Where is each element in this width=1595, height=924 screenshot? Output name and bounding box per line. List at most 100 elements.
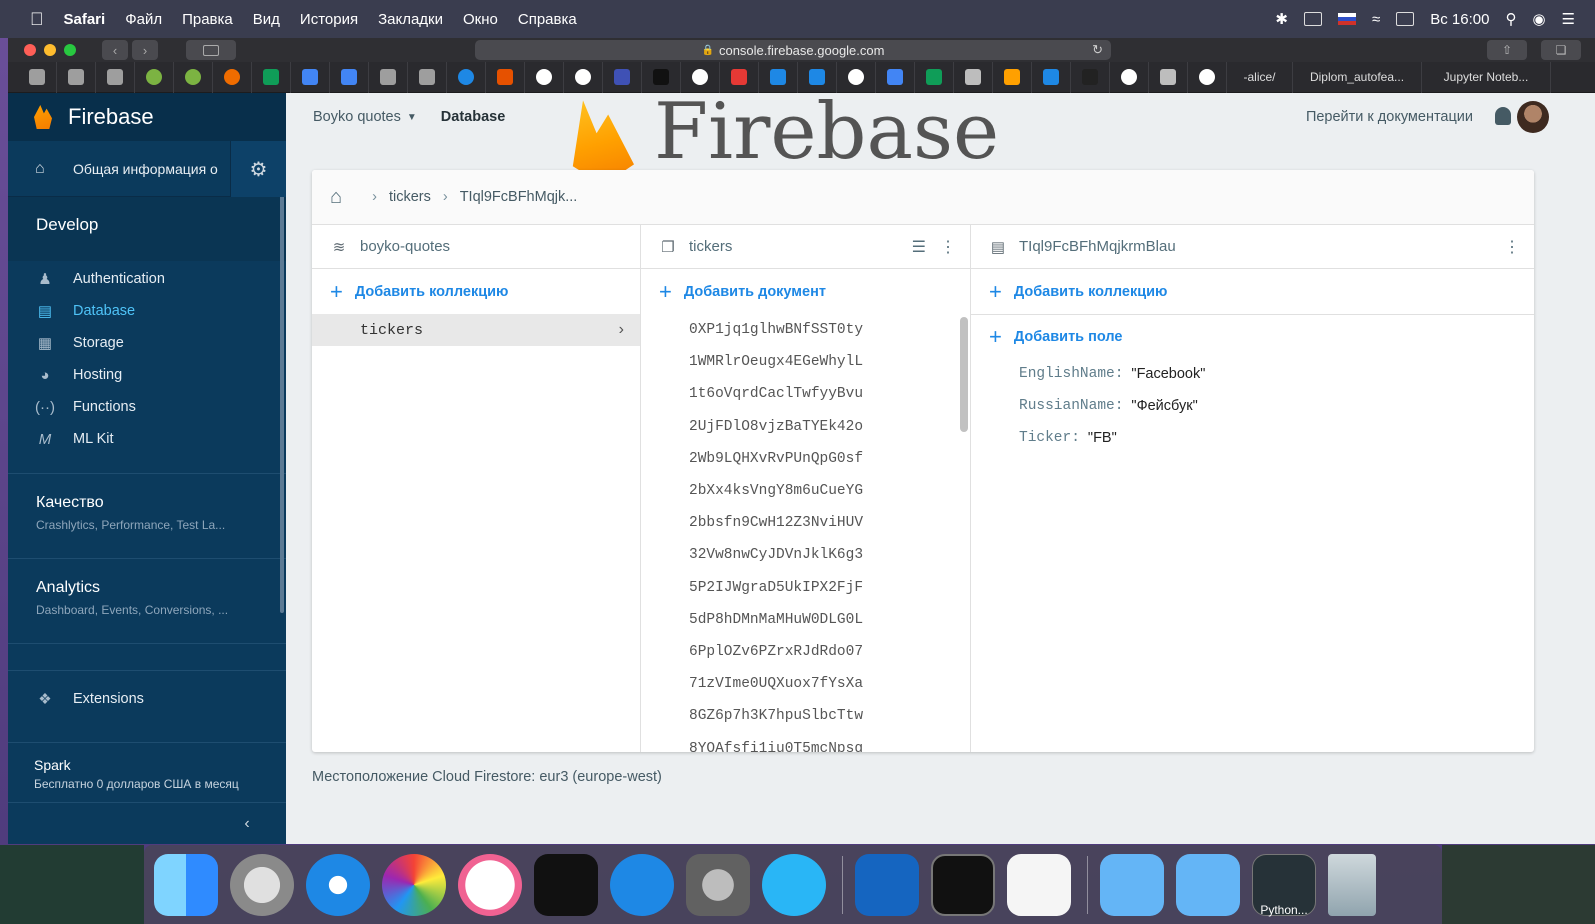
app-store-icon[interactable] [610,853,674,916]
add-subcollection-button[interactable]: + Добавить коллекцию [971,269,1534,314]
sidebar-item-functions[interactable]: (··) Functions [8,391,286,423]
sidebar-group-analytics[interactable]: Analytics Dashboard, Events, Conversions… [8,559,286,643]
address-bar[interactable]: 🔒 console.firebase.google.com ↻ [475,40,1111,60]
document-item[interactable]: 71zVIme0UQXuox7fYsXa [641,668,970,700]
add-field-button[interactable]: + Добавить поле [971,314,1534,358]
clock[interactable]: Вс 16:00 [1430,11,1489,28]
document-item[interactable]: 6PplOZv6PZrxRJdRdo07 [641,636,970,668]
document-item[interactable]: 32Vw8nwCyJDVnJklK6g3 [641,539,970,571]
favorite-item[interactable] [642,61,681,93]
add-document-button[interactable]: + Добавить документ [641,269,970,314]
docs-link[interactable]: Перейти к документации [1306,109,1473,125]
textedit-icon[interactable] [1007,853,1071,916]
downloads-folder-icon[interactable] [1176,853,1240,916]
safari-icon[interactable] [306,853,370,916]
favorite-item[interactable] [837,61,876,93]
document-field[interactable]: Ticker: "FB" [971,422,1534,454]
collapse-sidebar-button[interactable]: ‹ [8,802,286,844]
back-button[interactable]: ‹ [102,40,128,60]
sidebar-scrollbar[interactable] [280,143,284,613]
document-item[interactable]: 5P2IJWgraD5UkIPX2FjF [641,572,970,604]
notification-center-icon[interactable]: ☰ [1562,10,1575,28]
sidebar-item-database[interactable]: ▤ Database [8,295,286,327]
favorite-item[interactable] [954,61,993,93]
favorite-item[interactable] [213,61,252,93]
trash-icon[interactable] [1328,853,1376,916]
favorite-item[interactable]: Diplom_autofea... [1293,61,1422,93]
favorite-item[interactable] [18,61,57,93]
document-item[interactable]: 1t6oVqrdCaclTwfyyBvu [641,378,970,410]
favorite-item[interactable] [681,61,720,93]
music-icon[interactable] [458,853,522,916]
favorite-item[interactable] [174,61,213,93]
favorite-item[interactable] [525,61,564,93]
add-collection-button[interactable]: + Добавить коллекцию [312,269,640,314]
apple-tv-icon[interactable] [534,853,598,916]
terminal-icon[interactable] [931,853,995,916]
filter-icon[interactable]: ☰ [912,237,926,257]
system-preferences-icon[interactable] [686,853,750,916]
keyboard-icon[interactable] [1304,12,1322,26]
forward-button[interactable]: › [132,40,158,60]
project-selector[interactable]: Boyko quotes [313,109,401,125]
favorite-item[interactable] [1110,61,1149,93]
siri-icon[interactable]: ◉ [1532,10,1545,28]
apple-icon[interactable]:  [30,9,44,30]
telegram-icon[interactable] [762,853,826,916]
python-window-icon[interactable]: Python... [1252,853,1316,917]
document-item[interactable]: 8GZ6p7h3K7hpuSlbcTtw [641,700,970,732]
sidebar-item-storage[interactable]: ▦ Storage [8,327,286,359]
document-item[interactable]: 1WMRlrOeugx4EGeWhylL [641,346,970,378]
applications-folder-icon[interactable] [1100,853,1164,916]
home-icon[interactable]: ⌂ [330,186,342,209]
favorite-item[interactable] [252,61,291,93]
share-button[interactable]: ⇧ [1487,40,1527,60]
document-item[interactable]: 8YOAfsfi1iu0T5mcNpsg [641,732,970,752]
favorite-item[interactable] [720,61,759,93]
favorite-item[interactable]: -alice/ [1227,61,1293,93]
favorite-item[interactable] [915,61,954,93]
menu-app-name[interactable]: Safari [64,11,106,28]
sidebar-item-authentication[interactable]: ♟ Authentication [8,263,286,295]
favorite-item[interactable] [369,61,408,93]
favorite-item[interactable]: Jupyter Noteb... [1422,61,1551,93]
favorite-item[interactable] [993,61,1032,93]
reload-icon[interactable]: ↻ [1092,42,1103,58]
project-overview[interactable]: ⌂ Общая информация о ⚙ [8,141,286,197]
menu-window[interactable]: Окно [463,11,498,28]
favorite-item[interactable] [96,61,135,93]
document-item[interactable]: 2bXx4ksVngY8m6uCueYG [641,475,970,507]
wifi-icon[interactable]: ≈ [1372,11,1380,28]
document-field[interactable]: RussianName: "Фейсбук" [971,390,1534,422]
close-window-button[interactable] [24,44,36,56]
finder-icon[interactable] [154,853,218,916]
sidebar-item-extensions[interactable]: ❖ Extensions [8,670,286,726]
document-item[interactable]: 5dP8hDMnMaMHuW0DLG0L [641,604,970,636]
favorite-item[interactable] [876,61,915,93]
favorite-item[interactable] [408,61,447,93]
favorite-item[interactable] [1188,61,1227,93]
more-vert-icon[interactable]: ⋮ [940,237,956,257]
favorite-item[interactable] [1149,61,1188,93]
avatar[interactable] [1517,101,1549,133]
favorite-item[interactable] [564,61,603,93]
document-item[interactable]: 2Wb9LQHXvRvPUnQpG0sf [641,443,970,475]
document-list-scrollbar[interactable] [960,317,968,432]
battery-icon[interactable] [1396,12,1415,26]
document-item[interactable]: 2UjFDlO8vjzBaTYEk42o [641,411,970,443]
favorite-item[interactable] [486,61,525,93]
favorite-item[interactable] [135,61,174,93]
zoom-window-button[interactable] [64,44,76,56]
minimize-window-button[interactable] [44,44,56,56]
notifications-bell-icon[interactable] [1495,107,1511,125]
favorite-item[interactable] [330,61,369,93]
photos-icon[interactable] [382,853,446,916]
spotlight-search-icon[interactable]: ⚲ [1505,10,1516,28]
favorite-item[interactable] [798,61,837,93]
menu-file[interactable]: Файл [125,11,162,28]
document-item[interactable]: 0XP1jq1glhwBNfSST0ty [641,314,970,346]
settings-gear-icon[interactable]: ⚙ [230,141,286,197]
menu-bookmarks[interactable]: Закладки [378,11,443,28]
menu-edit[interactable]: Правка [182,11,233,28]
sidebar-group-quality[interactable]: Качество Crashlytics, Performance, Test … [8,474,286,558]
